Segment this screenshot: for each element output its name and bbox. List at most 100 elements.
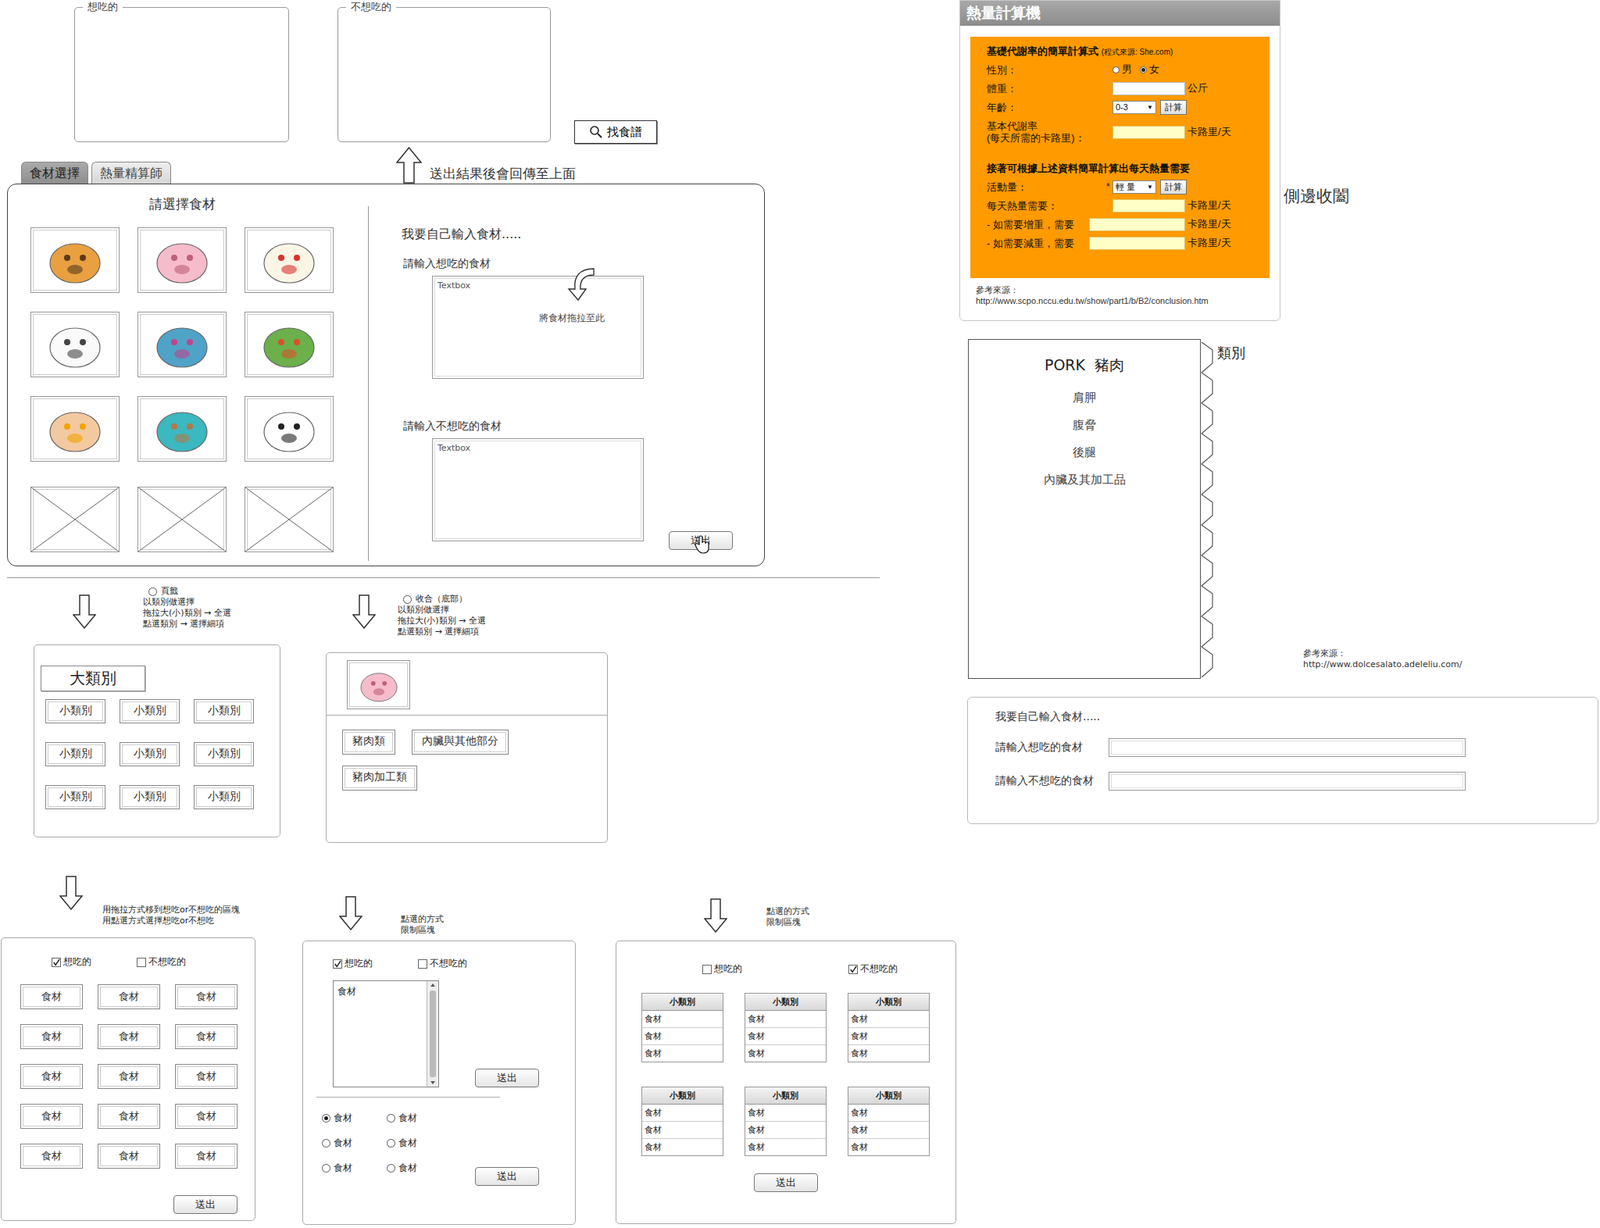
toggle[interactable]: 不想吃的 bbox=[417, 957, 468, 971]
scroll-up-icon[interactable] bbox=[428, 981, 437, 990]
calculate-button[interactable]: 計算 bbox=[1160, 179, 1187, 195]
reference-url[interactable]: http://www.scpo.nccu.edu.tw/show/part1/b… bbox=[975, 295, 1280, 307]
ingredient-radio[interactable]: 食材 bbox=[386, 1161, 452, 1175]
table-row[interactable]: 食材 bbox=[848, 1121, 929, 1140]
scrollbar[interactable] bbox=[426, 981, 439, 1087]
pork-cut[interactable]: 腹脅 bbox=[968, 417, 1200, 433]
subcategory-button[interactable]: 小類別 bbox=[119, 742, 180, 767]
empty-tile[interactable] bbox=[30, 486, 120, 553]
option-radio[interactable]: 收合（底部） bbox=[403, 593, 486, 605]
table-row[interactable]: 食材 bbox=[848, 1028, 929, 1046]
food-tile[interactable] bbox=[30, 311, 120, 378]
ingredient-button[interactable]: 食材 bbox=[97, 1064, 161, 1090]
food-tile[interactable] bbox=[30, 227, 120, 293]
table-row[interactable]: 食材 bbox=[745, 1045, 826, 1062]
food-tile[interactable] bbox=[137, 396, 227, 462]
gender-radio[interactable]: 女 bbox=[1139, 62, 1160, 77]
toggle[interactable]: 不想吃的 bbox=[848, 962, 898, 976]
table-row[interactable]: 食材 bbox=[745, 1121, 826, 1140]
submit-button[interactable]: 送出 bbox=[753, 1173, 818, 1193]
ingredient-radio[interactable]: 食材 bbox=[321, 1111, 387, 1125]
ingredient-button[interactable]: 食材 bbox=[97, 984, 161, 1010]
ingredient-button[interactable]: 食材 bbox=[20, 1024, 83, 1050]
submit-button[interactable]: 送出 bbox=[173, 1195, 238, 1215]
toggle[interactable]: 想吃的 bbox=[51, 955, 92, 969]
text-input[interactable] bbox=[1108, 771, 1466, 791]
pork-cut[interactable]: 肩胛 bbox=[968, 390, 1200, 406]
ingredient-button[interactable]: 食材 bbox=[97, 1024, 161, 1050]
table-row[interactable]: 食材 bbox=[848, 1010, 929, 1029]
ingredient-button[interactable]: 食材 bbox=[97, 1103, 161, 1129]
age-select[interactable]: 0-3 ▼ bbox=[1112, 100, 1157, 115]
ingredient-button[interactable]: 食材 bbox=[175, 1103, 238, 1129]
table-row[interactable]: 食材 bbox=[642, 1010, 723, 1029]
empty-tile[interactable] bbox=[137, 486, 227, 553]
food-tile[interactable] bbox=[30, 396, 120, 462]
reference-url[interactable]: http://www.dolcesalato.adeleliu.com/ bbox=[1303, 659, 1462, 671]
list-item[interactable]: 食材 bbox=[337, 985, 423, 999]
food-tile[interactable] bbox=[137, 227, 227, 293]
submit-button[interactable]: 送出 bbox=[475, 1167, 540, 1186]
category-tabs-icon[interactable] bbox=[1200, 342, 1215, 678]
subcategory-button[interactable]: 小類別 bbox=[45, 742, 106, 767]
food-tile[interactable] bbox=[244, 311, 334, 378]
ingredient-button[interactable]: 食材 bbox=[20, 1064, 83, 1090]
subcategory-button[interactable]: 小類別 bbox=[45, 785, 106, 810]
subcategory-button[interactable]: 小類別 bbox=[193, 742, 254, 767]
pork-cut[interactable]: 內臟及其加工品 bbox=[968, 472, 1200, 488]
pork-cut[interactable]: 後腿 bbox=[968, 445, 1200, 461]
tab[interactable]: 熱量精算師 bbox=[91, 161, 172, 184]
food-tile[interactable] bbox=[137, 311, 227, 378]
option-radio[interactable]: 頁籤 bbox=[148, 585, 232, 597]
ingredient-button[interactable]: 食材 bbox=[20, 984, 83, 1010]
table-row[interactable]: 食材 bbox=[642, 1139, 723, 1156]
table-row[interactable]: 食材 bbox=[642, 1028, 723, 1046]
ingredient-button[interactable]: 食材 bbox=[175, 984, 238, 1010]
category-image[interactable] bbox=[346, 660, 411, 710]
submit-button[interactable]: 送出 bbox=[475, 1068, 540, 1088]
find-recipe-button[interactable]: 找食譜 bbox=[574, 120, 658, 144]
ingredient-button[interactable]: 食材 bbox=[175, 1143, 238, 1169]
ingredient-button[interactable]: 食材 bbox=[97, 1143, 161, 1169]
category-button[interactable]: 大類別 bbox=[40, 665, 146, 692]
ingredient-button[interactable]: 食材 bbox=[175, 1064, 238, 1090]
activity-select[interactable]: 輕 量 ▼ bbox=[1112, 180, 1157, 194]
subcategory-button[interactable]: 豬肉類 bbox=[342, 729, 396, 755]
table-row[interactable]: 食材 bbox=[848, 1139, 929, 1156]
text-input[interactable] bbox=[1108, 738, 1466, 758]
ingredient-radio[interactable]: 食材 bbox=[321, 1136, 387, 1150]
table-row[interactable]: 食材 bbox=[745, 1010, 826, 1029]
ingredient-button[interactable]: 食材 bbox=[20, 1103, 83, 1129]
empty-tile[interactable] bbox=[244, 486, 334, 553]
subcategory-button[interactable]: 內臟與其他部分 bbox=[411, 729, 509, 755]
scroll-thumb[interactable] bbox=[429, 990, 436, 1078]
subcategory-button[interactable]: 小類別 bbox=[119, 785, 180, 810]
ingredient-button[interactable]: 食材 bbox=[20, 1143, 83, 1169]
ingredient-button[interactable]: 食材 bbox=[175, 1024, 238, 1050]
scroll-down-icon[interactable] bbox=[428, 1078, 437, 1087]
subcategory-button[interactable]: 小類別 bbox=[119, 699, 180, 724]
toggle[interactable]: 想吃的 bbox=[702, 962, 743, 976]
table-row[interactable]: 食材 bbox=[745, 1028, 826, 1046]
table-row[interactable]: 食材 bbox=[642, 1045, 723, 1062]
table-row[interactable]: 食材 bbox=[745, 1104, 826, 1122]
table-row[interactable]: 食材 bbox=[745, 1139, 826, 1156]
subcategory-button[interactable]: 豬肉加工類 bbox=[342, 765, 418, 791]
calculate-button[interactable]: 計算 bbox=[1160, 100, 1187, 115]
toggle[interactable]: 不想吃的 bbox=[136, 955, 186, 969]
result-box[interactable]: 不想吃的 bbox=[337, 0, 551, 143]
subcategory-button[interactable]: 小類別 bbox=[193, 699, 254, 724]
table-row[interactable]: 食材 bbox=[642, 1121, 723, 1140]
ingredient-radio[interactable]: 食材 bbox=[386, 1111, 452, 1125]
not-want-textbox[interactable]: Textbox bbox=[432, 438, 644, 542]
table-row[interactable]: 食材 bbox=[642, 1104, 723, 1122]
subcategory-button[interactable]: 小類別 bbox=[45, 699, 106, 724]
subcategory-button[interactable]: 小類別 bbox=[193, 785, 254, 810]
want-textbox[interactable]: Textbox 將食材拖拉至此 bbox=[432, 275, 644, 379]
result-box[interactable]: 想吃的 bbox=[74, 0, 290, 143]
food-tile[interactable] bbox=[244, 227, 334, 293]
tab[interactable]: 食材選擇 bbox=[21, 161, 89, 184]
ingredient-radio[interactable]: 食材 bbox=[386, 1136, 452, 1150]
ingredient-listbox[interactable]: 食材 bbox=[332, 980, 440, 1088]
submit-button[interactable]: 送出 bbox=[668, 531, 733, 550]
